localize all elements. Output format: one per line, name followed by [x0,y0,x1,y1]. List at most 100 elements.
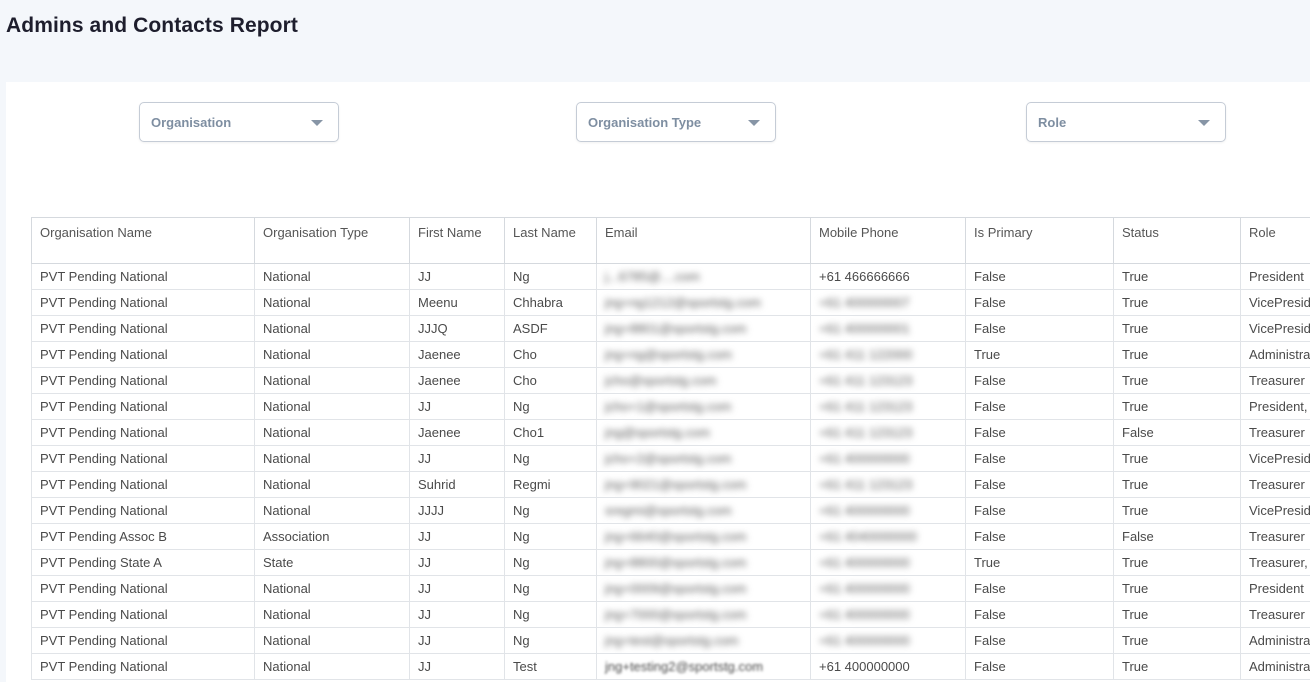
table-row[interactable]: PVT Pending State A State JJ Ng jng+8800@spo… [31,549,1310,576]
is-primary-cell: False [965,289,1114,316]
is-primary-cell: False [965,393,1114,420]
role-cell: VicePresid [1240,289,1310,316]
table-body: PVT Pending National National JJ Ng j...6785… [31,263,1310,680]
table-row[interactable]: PVT Pending National National JJ Ng jng+test… [31,627,1310,654]
email-cell: jng+8801@sportstg.com [596,315,811,342]
mobile-phone-cell: +61 411 123123 [810,419,966,446]
mobile-phone-cell: +61 400000000 [810,653,966,680]
first-name-cell: Meenu [409,289,505,316]
last-name-cell: Ng [504,445,597,472]
role-cell: VicePresid [1240,445,1310,472]
role-cell: Treasurer [1240,523,1310,550]
first-name-cell: JJ [409,653,505,680]
email-cell: jcho+1@sportstg.com [596,393,811,420]
first-name-cell: JJJJ [409,497,505,524]
table-row[interactable]: PVT Pending National National JJ Ng j...6785… [31,263,1310,290]
status-cell: True [1113,575,1241,602]
first-name-cell: Suhrid [409,471,505,498]
last-name-cell: Ng [504,523,597,550]
table-row[interactable]: PVT Pending National National JJ Ng jcho+2@s… [31,445,1310,472]
organisation-name-cell: PVT Pending National [31,653,255,680]
column-header-is-primary[interactable]: Is Primary [965,217,1114,264]
role-cell: Treasurer, [1240,549,1310,576]
table-row[interactable]: PVT Pending National National JJ Ng jng+0009… [31,575,1310,602]
first-name-cell: JJ [409,575,505,602]
is-primary-cell: False [965,445,1114,472]
column-header-mobile-phone[interactable]: Mobile Phone [810,217,966,264]
column-header-first-name[interactable]: First Name [409,217,505,264]
status-cell: False [1113,419,1241,446]
role-cell: Treasurer [1240,601,1310,628]
report-table-container[interactable]: Organisation Name Organisation Type Firs… [31,217,1310,682]
last-name-cell: Ng [504,497,597,524]
organisation-name-cell: PVT Pending National [31,341,255,368]
is-primary-cell: False [965,653,1114,680]
table-row[interactable]: PVT Pending Assoc B Association JJ Ng jng+66… [31,523,1310,550]
last-name-cell: Ng [504,393,597,420]
table-row[interactable]: PVT Pending National National Suhrid Regmi j… [31,471,1310,498]
chevron-down-icon [748,120,760,126]
table-row[interactable]: PVT Pending National National JJJQ ASDF jng+… [31,315,1310,342]
last-name-cell: Test [504,653,597,680]
table-row[interactable]: PVT Pending National National Jaenee Cho1 jn… [31,419,1310,446]
first-name-cell: JJ [409,445,505,472]
organisation-type-cell: National [254,627,410,654]
column-header-status[interactable]: Status [1113,217,1241,264]
last-name-cell: ASDF [504,315,597,342]
role-cell: VicePresid [1240,315,1310,342]
mobile-phone-cell: +61 4040000000 [810,523,966,550]
table-row[interactable]: PVT Pending National National JJ Test jng+te… [31,653,1310,680]
is-primary-cell: False [965,315,1114,342]
organisation-name-cell: PVT Pending Assoc B [31,523,255,550]
table-row[interactable]: PVT Pending National National Jaenee Cho jng… [31,341,1310,368]
organisation-name-cell: PVT Pending State A [31,549,255,576]
organisation-name-cell: PVT Pending National [31,367,255,394]
organisation-name-cell: PVT Pending National [31,263,255,290]
role-cell: Treasurer [1240,419,1310,446]
is-primary-cell: False [965,367,1114,394]
organisation-type-cell: National [254,497,410,524]
organisation-type-filter-dropdown[interactable]: Organisation Type [576,102,776,142]
organisation-filter-dropdown[interactable]: Organisation [139,102,339,142]
is-primary-cell: False [965,523,1114,550]
organisation-name-cell: PVT Pending National [31,419,255,446]
column-header-organisation-type[interactable]: Organisation Type [254,217,410,264]
table-row[interactable]: PVT Pending National National Meenu Chhabra… [31,289,1310,316]
column-header-role[interactable]: Role [1240,217,1310,264]
is-primary-cell: False [965,627,1114,654]
table-row[interactable]: PVT Pending National National JJJJ Ng sregmi… [31,497,1310,524]
email-cell: jng+test@sportstg.com [596,627,811,654]
organisation-type-cell: National [254,575,410,602]
page-title: Admins and Contacts Report [6,14,298,37]
email-cell: jng+8800@sportstg.com [596,549,811,576]
email-cell: jng+9021@sportstg.com [596,471,811,498]
organisation-type-cell: National [254,315,410,342]
table-row[interactable]: PVT Pending National National JJ Ng jng+7000… [31,601,1310,628]
first-name-cell: JJ [409,393,505,420]
role-filter-label: Role [1038,115,1067,130]
is-primary-cell: False [965,575,1114,602]
email-cell: jng+0009@sportstg.com [596,575,811,602]
organisation-name-cell: PVT Pending National [31,315,255,342]
table-row[interactable]: PVT Pending National National JJ Ng jcho+1@s… [31,393,1310,420]
column-header-organisation-name[interactable]: Organisation Name [31,217,255,264]
table-row[interactable]: PVT Pending National National Jaenee Cho jch… [31,367,1310,394]
role-filter-dropdown[interactable]: Role [1026,102,1226,142]
email-cell: jng@sportstg.com [596,419,811,446]
mobile-phone-cell: +61 400000000 [810,549,966,576]
role-cell: President [1240,263,1310,290]
first-name-cell: Jaenee [409,367,505,394]
organisation-type-cell: National [254,471,410,498]
mobile-phone-cell: +61 411 123123 [810,367,966,394]
email-cell: jcho@sportstg.com [596,367,811,394]
email-cell: j...6785@....com [596,263,811,290]
column-header-email[interactable]: Email [596,217,811,264]
organisation-name-cell: PVT Pending National [31,497,255,524]
organisation-name-cell: PVT Pending National [31,627,255,654]
column-header-last-name[interactable]: Last Name [504,217,597,264]
organisation-name-cell: PVT Pending National [31,445,255,472]
chevron-down-icon [1198,120,1210,126]
email-cell: sregmi@sportstg.com [596,497,811,524]
email-cell: jng+testing2@sportstg.com [596,653,811,680]
is-primary-cell: False [965,497,1114,524]
